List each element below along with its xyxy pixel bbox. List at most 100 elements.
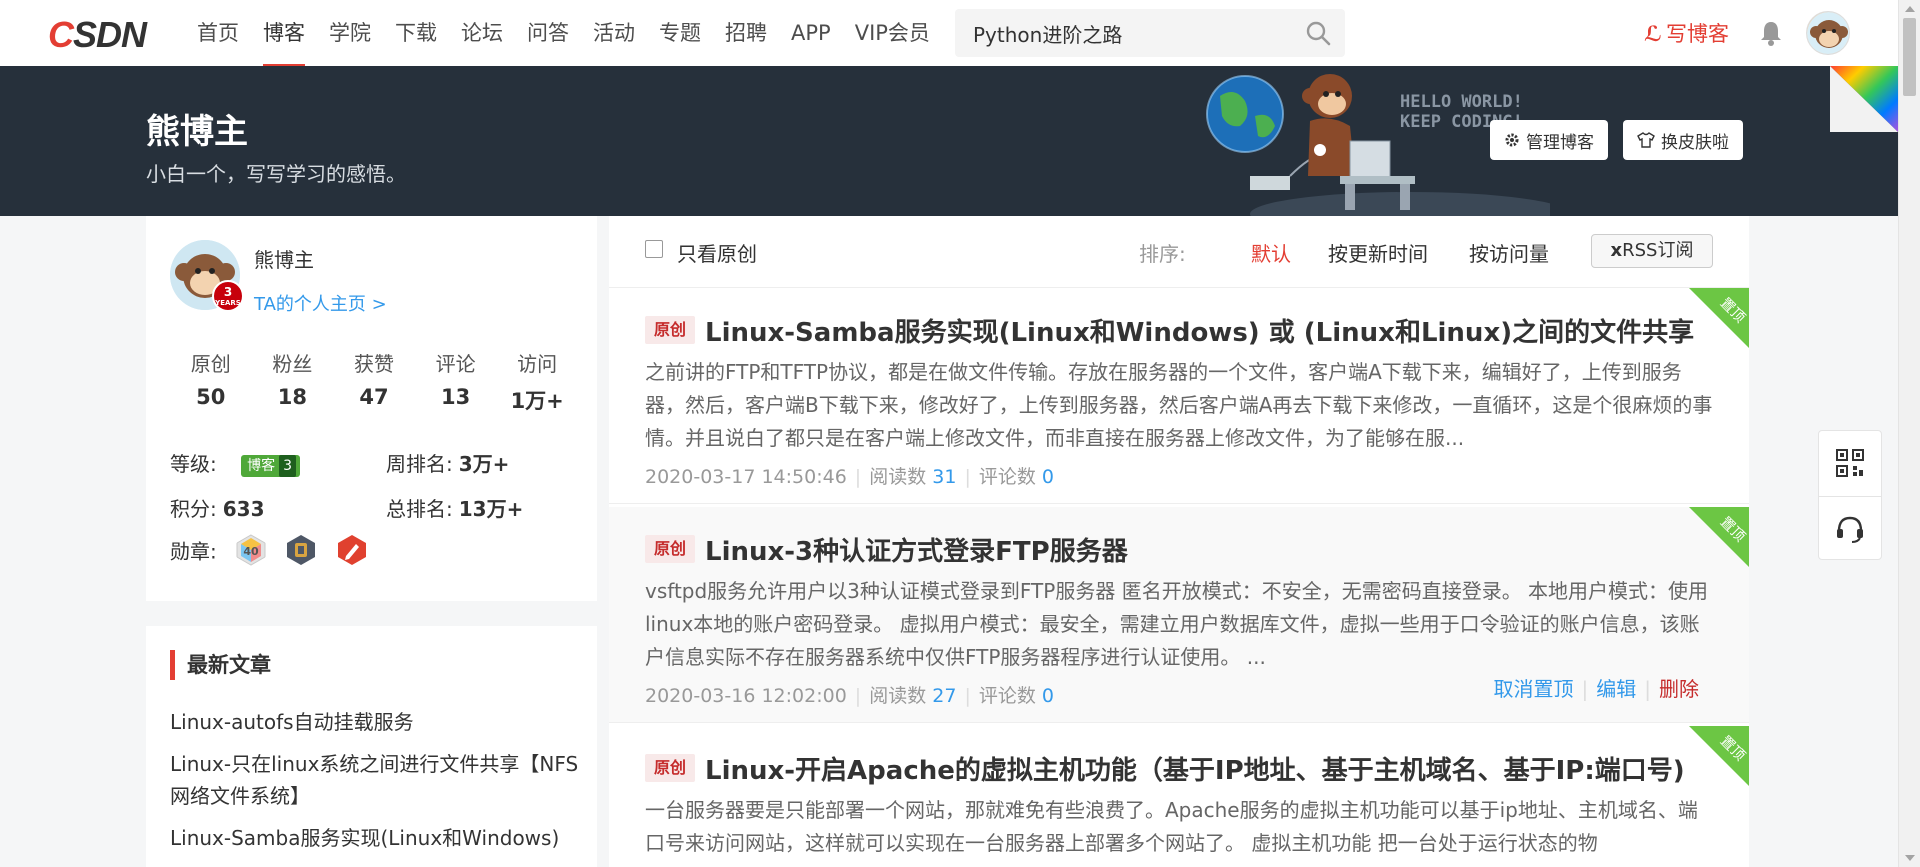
total-rank-row: 总排名: 13万+ bbox=[386, 493, 523, 522]
stat-value: 18 bbox=[277, 385, 307, 409]
change-skin-button[interactable]: 换皮肤啦 bbox=[1623, 120, 1743, 160]
sort-by-visits[interactable]: 按访问量 bbox=[1469, 238, 1549, 267]
original-tag: 原创 bbox=[645, 316, 695, 344]
stat-original[interactable]: 原创 50 bbox=[170, 348, 252, 415]
pinned-label: 置顶 bbox=[1716, 514, 1748, 546]
article-item[interactable]: 置顶 原创 Linux-开启Apache的虚拟主机功能（基于IP地址、基于主机域… bbox=[609, 726, 1749, 867]
stat-value: 50 bbox=[196, 385, 226, 409]
nav-item-topics[interactable]: 专题 bbox=[659, 0, 701, 66]
nav-item-download[interactable]: 下载 bbox=[395, 0, 437, 66]
total-rank-value: 13万+ bbox=[458, 497, 524, 521]
profile-home-link[interactable]: TA的个人主页 > bbox=[254, 290, 387, 316]
nav-item-app[interactable]: APP bbox=[791, 0, 831, 66]
latest-article-item[interactable]: Linux-只在linux系统之间进行文件共享【NFS网络文件系统】 bbox=[170, 748, 580, 812]
pinned-ribbon: 置顶 bbox=[1689, 726, 1749, 786]
sort-by-update-time[interactable]: 按更新时间 bbox=[1328, 238, 1428, 267]
blog-description: 小白一个，写写学习的感悟。 bbox=[146, 162, 406, 186]
original-tag: 原创 bbox=[645, 754, 695, 782]
article-item[interactable]: 置顶 原创 Linux-3种认证方式登录FTP服务器 vsftpd服务允许用户以… bbox=[609, 507, 1749, 723]
article-title[interactable]: Linux-开启Apache的虚拟主机功能（基于IP地址、基于主机域名、基于IP… bbox=[705, 750, 1685, 787]
delete-button[interactable]: 删除 bbox=[1659, 677, 1699, 701]
hello-line-1: HELLO WORLD! bbox=[1400, 92, 1523, 112]
scroll-thumb[interactable] bbox=[1903, 18, 1916, 96]
article-list: 只看原创 排序: 默认 按更新时间 按访问量 ⅹRSS订阅 置顶 原创 Linu… bbox=[609, 216, 1749, 867]
reads-label: 阅读数 bbox=[869, 466, 927, 488]
original-tag: 原创 bbox=[645, 535, 695, 563]
customer-service-button[interactable] bbox=[1819, 496, 1881, 560]
skin-corner-rainbow-icon[interactable] bbox=[1830, 66, 1898, 132]
total-rank-label: 总排名: bbox=[386, 497, 453, 521]
csdn-logo[interactable]: CSDN bbox=[48, 14, 147, 56]
stat-value: 47 bbox=[359, 385, 389, 409]
article-summary[interactable]: 一台服务器要是只能部署一个网站，那就难免有些浪费了。Apache服务的虚拟主机功… bbox=[645, 794, 1717, 860]
write-blog-label: 写博客 bbox=[1666, 22, 1729, 46]
top-navbar: CSDN 首页 博客 学院 下载 论坛 问答 活动 专题 招聘 APP VIP会… bbox=[0, 0, 1898, 66]
nav-item-qa[interactable]: 问答 bbox=[527, 0, 569, 66]
level-badge[interactable]: 博客 3 bbox=[241, 454, 301, 477]
article-summary[interactable]: vsftpd服务允许用户以3种认证模式登录到FTP服务器 匿名开放模式：不安全，… bbox=[645, 575, 1717, 674]
medal-persistence-icon[interactable] bbox=[285, 534, 317, 566]
search-input[interactable] bbox=[973, 17, 1293, 49]
scroll-down-arrow-icon[interactable] bbox=[1905, 855, 1915, 861]
stat-fans[interactable]: 粉丝 18 bbox=[252, 348, 334, 415]
nav-item-events[interactable]: 活动 bbox=[593, 0, 635, 66]
nav-item-home[interactable]: 首页 bbox=[197, 0, 239, 66]
article-summary[interactable]: 之前讲的FTP和TFTP协议，都是在做文件传输。存放在服务器的一个文件，客户端A… bbox=[645, 356, 1717, 455]
stat-label: 获赞 bbox=[353, 352, 394, 376]
search-icon[interactable] bbox=[1305, 20, 1331, 46]
comments-count: 0 bbox=[1041, 466, 1055, 488]
level-badge-number: 3 bbox=[279, 454, 297, 477]
manage-blog-button[interactable]: 管理博客 bbox=[1490, 120, 1608, 160]
article-title[interactable]: Linux-Samba服务实现(Linux和Windows) 或 (Linux和… bbox=[705, 312, 1694, 349]
points-value: 633 bbox=[222, 497, 265, 521]
stat-comments[interactable]: 评论 13 bbox=[415, 348, 497, 415]
stat-likes[interactable]: 获赞 47 bbox=[333, 348, 415, 415]
only-original-label[interactable]: 只看原创 bbox=[677, 238, 757, 267]
stat-value: 13 bbox=[440, 385, 471, 409]
filter-bar: 只看原创 排序: 默认 按更新时间 按访问量 ⅹRSS订阅 bbox=[609, 216, 1749, 288]
sort-label: 排序: bbox=[1139, 242, 1186, 266]
medals-row: 勋章: 40 bbox=[170, 534, 368, 566]
pinned-label: 置顶 bbox=[1716, 295, 1748, 327]
only-original-checkbox[interactable] bbox=[645, 240, 663, 258]
article-title[interactable]: Linux-3种认证方式登录FTP服务器 bbox=[705, 531, 1128, 568]
unpin-button[interactable]: 取消置顶 bbox=[1494, 677, 1574, 701]
monkey-avatar-icon bbox=[1807, 12, 1849, 54]
user-avatar[interactable] bbox=[1806, 11, 1850, 55]
bell-icon[interactable] bbox=[1758, 19, 1784, 47]
rss-icon: ⅹ bbox=[1610, 240, 1623, 261]
stat-label: 粉丝 bbox=[272, 352, 313, 376]
level-badge-text: 博客 bbox=[247, 457, 276, 474]
nav-item-forum[interactable]: 论坛 bbox=[461, 0, 503, 66]
nav-item-vip[interactable]: VIP会员 bbox=[855, 0, 930, 66]
comments-label: 评论数 bbox=[978, 466, 1036, 488]
article-actions: 取消置顶 | 编辑 | 删除 bbox=[1493, 677, 1700, 701]
latest-articles-card: 最新文章 Linux-autofs自动挂载服务 Linux-只在linux系统之… bbox=[146, 626, 597, 867]
medal-40-icon[interactable]: 40 bbox=[235, 534, 267, 566]
pinned-ribbon: 置顶 bbox=[1689, 507, 1749, 567]
article-meta: 2020-03-17 14:50:46 | 阅读数 31 | 评论数 0 bbox=[645, 466, 1055, 488]
week-rank-label: 周排名: bbox=[386, 452, 453, 476]
article-item[interactable]: 置顶 原创 Linux-Samba服务实现(Linux和Windows) 或 (… bbox=[609, 288, 1749, 504]
nav-item-academy[interactable]: 学院 bbox=[329, 0, 371, 66]
points-row: 积分: 633 bbox=[170, 493, 265, 522]
nav-item-blog[interactable]: 博客 bbox=[263, 0, 305, 66]
write-blog-button[interactable]: ℒ 写博客 bbox=[1644, 18, 1729, 48]
scroll-up-arrow-icon[interactable] bbox=[1905, 6, 1915, 12]
edit-button[interactable]: 编辑 bbox=[1596, 677, 1636, 701]
page-scrollbar[interactable] bbox=[1898, 0, 1920, 867]
rss-subscribe-button[interactable]: ⅹRSS订阅 bbox=[1591, 234, 1713, 268]
latest-article-item[interactable]: Linux-autofs自动挂载服务 bbox=[170, 706, 580, 738]
sort-default[interactable]: 默认 bbox=[1251, 238, 1291, 267]
search-box bbox=[955, 9, 1345, 57]
latest-article-item[interactable]: Linux-Samba服务实现(Linux和Windows) bbox=[170, 822, 580, 854]
qr-code-icon bbox=[1836, 449, 1864, 477]
manage-blog-label: 管理博客 bbox=[1526, 132, 1594, 153]
qr-code-button[interactable] bbox=[1819, 431, 1881, 495]
medal-pen-icon[interactable] bbox=[336, 534, 368, 566]
article-date: 2020-03-16 12:02:00 bbox=[645, 685, 847, 707]
nav-item-jobs[interactable]: 招聘 bbox=[725, 0, 767, 66]
blog-banner: 熊博主 小白一个，写写学习的感悟。 HELLO WORLD! KEEP CODI… bbox=[0, 66, 1898, 216]
stat-visits[interactable]: 访问 1万+ bbox=[496, 348, 578, 415]
points-label: 积分: bbox=[170, 497, 217, 521]
